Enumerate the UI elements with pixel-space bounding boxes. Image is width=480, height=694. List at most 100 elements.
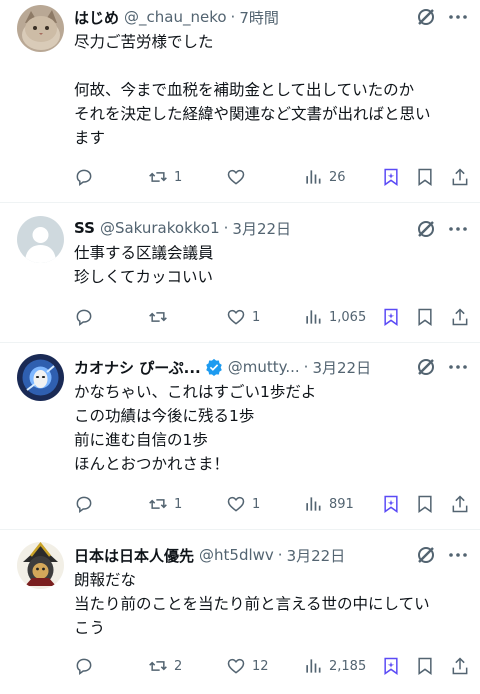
user-handle[interactable]: @Sakurakokko1 bbox=[100, 219, 220, 237]
views-button[interactable]: 1,065 bbox=[303, 307, 366, 327]
avatar[interactable] bbox=[17, 5, 64, 52]
share-icon bbox=[452, 168, 468, 186]
bookmark-icon bbox=[418, 495, 432, 513]
reply-button[interactable] bbox=[74, 494, 100, 514]
repost-count: 2 bbox=[174, 658, 183, 674]
repost-icon bbox=[149, 661, 167, 671]
views-icon bbox=[306, 659, 321, 673]
more-icon[interactable] bbox=[448, 545, 468, 565]
reply-icon bbox=[76, 169, 92, 186]
repost-button[interactable]: 2 bbox=[148, 656, 182, 676]
like-button[interactable]: 12 bbox=[226, 656, 269, 676]
bookmark-icon bbox=[418, 168, 432, 186]
avatar[interactable] bbox=[17, 542, 64, 589]
like-count: 1 bbox=[252, 309, 261, 325]
action-bar: 1 1,065 bbox=[74, 306, 468, 328]
separator-dot: · bbox=[223, 219, 229, 237]
bookmark-icon bbox=[418, 308, 432, 326]
like-button[interactable]: 1 bbox=[226, 494, 260, 514]
grok-icon[interactable] bbox=[416, 7, 436, 27]
share-button[interactable] bbox=[450, 494, 470, 514]
bookmark-button[interactable] bbox=[415, 494, 435, 514]
like-count: 1 bbox=[252, 496, 261, 512]
reply-button[interactable] bbox=[74, 307, 100, 327]
post-text: 尽力ご苦労様でした 何故、今まで血税を補助金として出していたのか それを決定した… bbox=[74, 33, 431, 147]
repost-icon bbox=[149, 312, 167, 322]
share-icon bbox=[452, 495, 468, 513]
like-icon bbox=[227, 169, 245, 185]
timestamp[interactable]: 3月22日 bbox=[312, 357, 371, 378]
user-handle[interactable]: @_chau_neko bbox=[124, 8, 227, 26]
repost-icon bbox=[149, 172, 167, 182]
bookmark-button[interactable] bbox=[415, 167, 435, 187]
verified-icon bbox=[205, 358, 222, 376]
post[interactable]: カオナシ ぴーぷ... @mutty... · 3月22日 かなちゃい、これはす… bbox=[0, 343, 480, 530]
timestamp[interactable]: 3月22日 bbox=[232, 218, 291, 239]
action-bar: 2 12 2,185 bbox=[74, 655, 468, 677]
grok-icon[interactable] bbox=[416, 545, 436, 565]
views-button[interactable]: 2,185 bbox=[303, 656, 366, 676]
bookmark-icon bbox=[418, 657, 432, 675]
views-count: 1,065 bbox=[329, 309, 367, 325]
action-bar: 1 26 bbox=[74, 166, 468, 188]
share-button[interactable] bbox=[450, 656, 470, 676]
post[interactable]: SS @Sakurakokko1 · 3月22日 仕事する区議会議員 珍しくてカ… bbox=[0, 203, 480, 343]
like-count: 12 bbox=[252, 658, 269, 674]
views-count: 891 bbox=[329, 496, 354, 512]
timestamp[interactable]: 3月22日 bbox=[287, 545, 346, 566]
separator-dot: · bbox=[277, 546, 283, 564]
user-handle[interactable]: @mutty... bbox=[228, 358, 300, 376]
reply-button[interactable] bbox=[74, 167, 100, 187]
display-name[interactable]: SS bbox=[74, 219, 95, 237]
more-icon[interactable] bbox=[448, 219, 468, 239]
share-icon bbox=[452, 657, 468, 675]
like-button[interactable]: 1 bbox=[226, 307, 260, 327]
repost-button[interactable]: 1 bbox=[148, 494, 182, 514]
display-name[interactable]: 日本は日本人優先 bbox=[74, 545, 194, 566]
post[interactable]: はじめ @_chau_neko · 7時間 尽力ご苦労様でした 何故、今まで血税… bbox=[0, 0, 480, 203]
share-button[interactable] bbox=[450, 307, 470, 327]
repost-button[interactable] bbox=[148, 307, 174, 327]
views-button[interactable]: 26 bbox=[303, 167, 346, 187]
user-handle[interactable]: @ht5dlwv bbox=[199, 546, 274, 564]
grok-icon[interactable] bbox=[416, 357, 436, 377]
grok-explain-icon bbox=[384, 657, 398, 675]
grok-explain-button[interactable] bbox=[381, 307, 401, 327]
views-icon bbox=[306, 310, 321, 324]
display-name[interactable]: カオナシ ぴーぷ... bbox=[74, 357, 201, 378]
views-count: 26 bbox=[329, 169, 346, 185]
reply-button[interactable] bbox=[74, 656, 100, 676]
bookmark-button[interactable] bbox=[415, 656, 435, 676]
reply-icon bbox=[76, 309, 92, 326]
share-icon bbox=[452, 308, 468, 326]
repost-button[interactable]: 1 bbox=[148, 167, 182, 187]
timestamp[interactable]: 7時間 bbox=[239, 7, 279, 28]
like-button[interactable] bbox=[226, 167, 252, 187]
separator-dot: · bbox=[303, 358, 309, 376]
reply-icon bbox=[76, 658, 92, 675]
like-icon bbox=[227, 658, 245, 674]
bookmark-button[interactable] bbox=[415, 307, 435, 327]
more-icon[interactable] bbox=[448, 357, 468, 377]
share-button[interactable] bbox=[450, 167, 470, 187]
post-text: かなちゃい、これはすごい1歩だよ この功績は今後に残る1歩 前に進む自信の1歩 … bbox=[74, 383, 317, 473]
like-icon bbox=[227, 309, 245, 325]
avatar[interactable] bbox=[17, 216, 64, 263]
post-text: 仕事する区議会議員 珍しくてカッコいい bbox=[74, 244, 214, 286]
display-name[interactable]: はじめ bbox=[74, 7, 119, 28]
grok-explain-button[interactable] bbox=[381, 494, 401, 514]
post[interactable]: 日本は日本人優先 @ht5dlwv · 3月22日 朗報だな 当たり前のことを当… bbox=[0, 530, 480, 694]
views-button[interactable]: 891 bbox=[303, 494, 354, 514]
more-icon[interactable] bbox=[448, 7, 468, 27]
grok-explain-button[interactable] bbox=[381, 167, 401, 187]
grok-explain-icon bbox=[384, 308, 398, 326]
views-count: 2,185 bbox=[329, 658, 367, 674]
views-icon bbox=[306, 497, 321, 511]
like-icon bbox=[227, 496, 245, 512]
grok-explain-icon bbox=[384, 168, 398, 186]
grok-icon[interactable] bbox=[416, 219, 436, 239]
grok-explain-button[interactable] bbox=[381, 656, 401, 676]
avatar[interactable] bbox=[17, 354, 64, 401]
repost-count: 1 bbox=[174, 169, 183, 185]
action-bar: 1 1 891 bbox=[74, 493, 468, 515]
